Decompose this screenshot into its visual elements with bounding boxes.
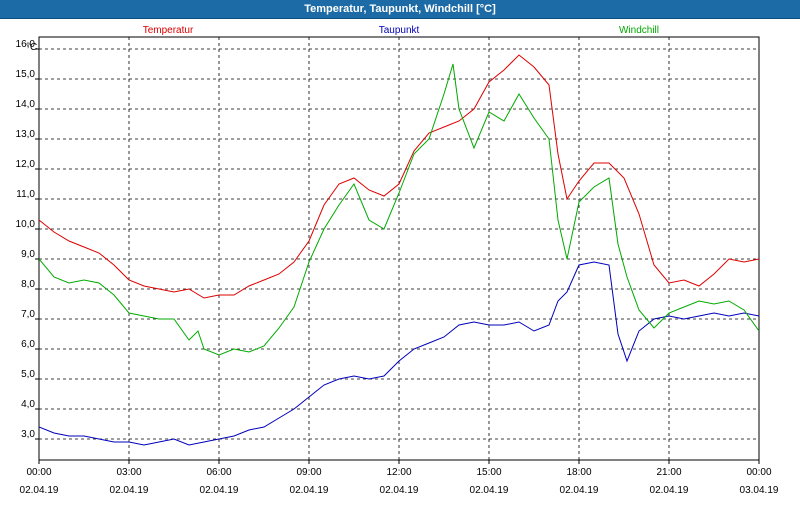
x-tick-date: 02.04.19 (650, 485, 689, 496)
y-tick-label: 3,0 (21, 429, 35, 440)
x-tick-date: 02.04.19 (20, 485, 59, 496)
y-tick-labels: 3,0 4,0 5,0 6,0 7,0 8,0 9,0 10,0 11,0 12,0 13,0 14,… (16, 39, 36, 440)
x-tick-time: 21:00 (656, 467, 681, 478)
x-tick-time: 12:00 (386, 467, 411, 478)
y-tick-label: 9,0 (21, 249, 35, 260)
x-tick-date: 02.04.19 (560, 485, 599, 496)
line-chart: 3,0 4,0 5,0 6,0 7,0 8,0 9,0 10,0 11,0 12,0 13,0 14,… (16, 25, 779, 496)
x-tick-time: 09:00 (296, 467, 321, 478)
y-tick-label: 12,0 (16, 159, 36, 170)
x-tick-time: 15:00 (476, 467, 501, 478)
x-tick-time: 03:00 (116, 467, 141, 478)
chart-title: Temperatur, Taupunkt, Windchill [°C] (0, 0, 800, 19)
x-tick-date: 03.04.19 (740, 485, 779, 496)
x-tick-date: 02.04.19 (470, 485, 509, 496)
y-tick-label: 4,0 (21, 399, 35, 410)
y-tick-label: 11,0 (16, 189, 35, 200)
x-tick-labels: 00:00 02.04.19 03:00 02.04.19 06:00 02.04.19 0… (20, 467, 779, 496)
y-axis-unit: °C (26, 42, 37, 53)
axes (35, 36, 760, 464)
y-tick-label: 7,0 (21, 309, 35, 320)
legend: Temperatur Taupunkt Windchill (143, 25, 659, 36)
y-tick-label: 6,0 (21, 339, 35, 350)
legend-item-windchill: Windchill (619, 25, 659, 36)
x-tick-date: 02.04.19 (200, 485, 239, 496)
x-tick-time: 00:00 (26, 467, 51, 478)
x-tick-time: 00:00 (746, 467, 771, 478)
y-tick-label: 13,0 (16, 129, 36, 140)
y-tick-label: 15,0 (16, 69, 36, 80)
y-tick-label: 10,0 (16, 219, 36, 230)
x-tick-time: 18:00 (566, 467, 591, 478)
series-line-windchill (39, 63, 759, 356)
x-tick-time: 06:00 (206, 467, 231, 478)
x-tick-date: 02.04.19 (110, 485, 149, 496)
legend-item-taupunkt: Taupunkt (379, 25, 420, 36)
grid-lines (39, 37, 759, 460)
x-tick-date: 02.04.19 (380, 485, 419, 496)
x-tick-date: 02.04.19 (290, 485, 329, 496)
chart-frame: 3,0 4,0 5,0 6,0 7,0 8,0 9,0 10,0 11,0 12,0 13,0 14,… (0, 19, 800, 500)
y-tick-label: 8,0 (21, 279, 35, 290)
legend-item-temperatur: Temperatur (143, 25, 194, 36)
y-tick-label: 5,0 (21, 369, 35, 380)
y-tick-label: 14,0 (16, 99, 36, 110)
